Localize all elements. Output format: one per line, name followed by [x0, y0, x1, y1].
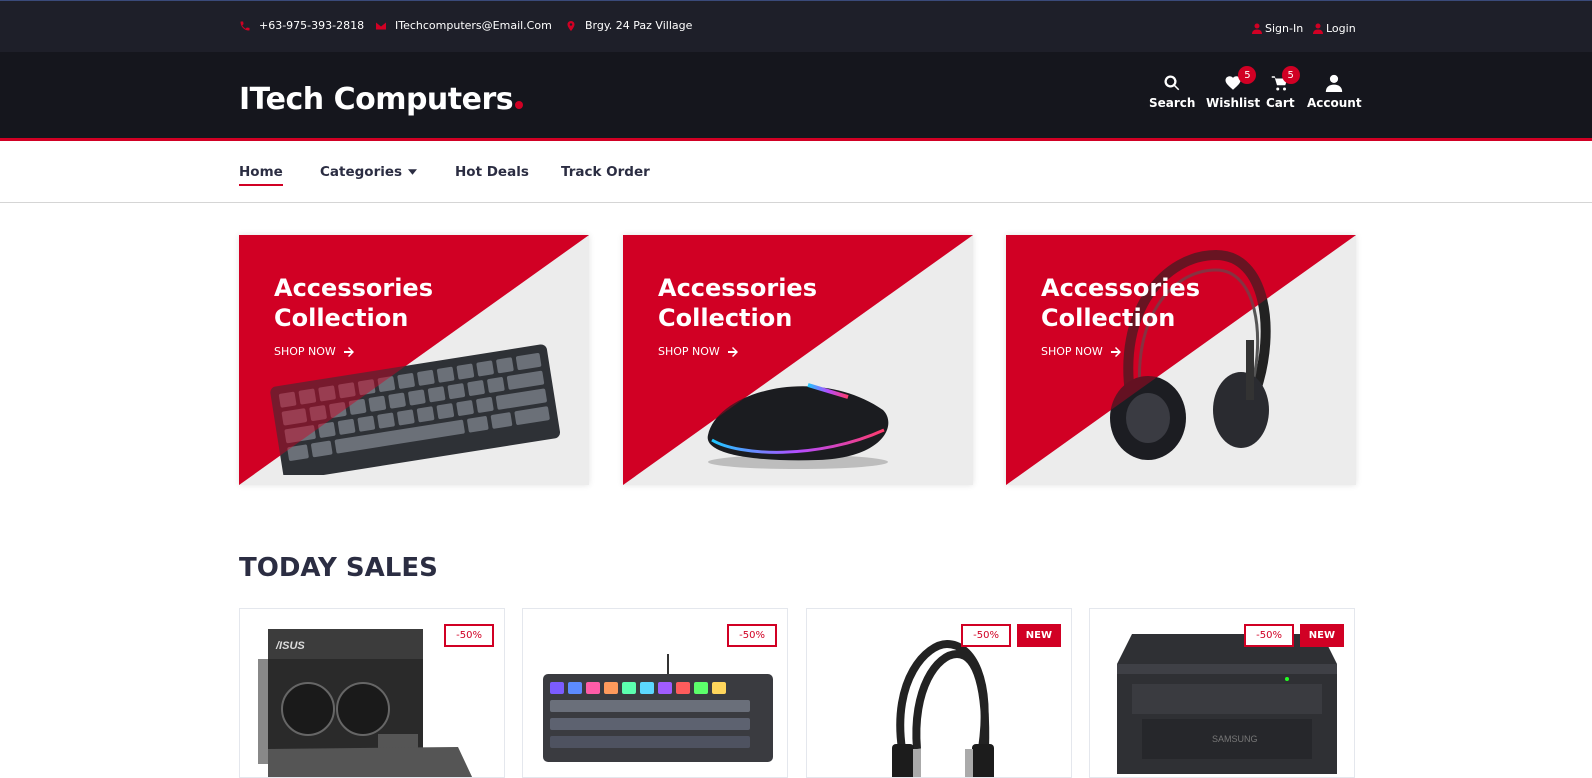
cart-label: Cart: [1266, 96, 1295, 110]
nav-track-order-label: Track Order: [561, 164, 650, 180]
graphics-card-image: /ISUS: [258, 629, 473, 777]
shop-now-label: SHOP NOW: [274, 345, 336, 358]
discount-badge: -50%: [727, 624, 777, 647]
collection-card[interactable]: Accessories Collection SHOP NOW: [239, 235, 589, 485]
account-label: Account: [1307, 96, 1362, 110]
nav-categories[interactable]: Categories: [320, 164, 418, 184]
email-text: ITechcomputers@Email.Com: [395, 19, 552, 32]
arrow-right-icon: [727, 346, 738, 357]
shop-now-link[interactable]: SHOP NOW: [1041, 345, 1121, 358]
logo-dot: [515, 101, 524, 109]
product-card[interactable]: -50% NEW: [806, 608, 1072, 778]
nav-home[interactable]: Home: [239, 164, 283, 186]
product-card[interactable]: SAMSUNG -50% NEW: [1089, 608, 1355, 778]
address-link[interactable]: Brgy. 24 Paz Village: [565, 19, 692, 32]
discount-badge: -50%: [1244, 624, 1294, 647]
user-icon: [1326, 74, 1343, 92]
user-icon: [1252, 23, 1262, 34]
section-title-today-sales: TODAY SALES: [239, 553, 438, 583]
phone-link[interactable]: +63-975-393-2818: [239, 19, 364, 32]
address-text: Brgy. 24 Paz Village: [585, 19, 693, 32]
login-link[interactable]: Login: [1313, 22, 1356, 35]
svg-text:/ISUS: /ISUS: [275, 640, 305, 652]
phone-icon: [240, 21, 250, 30]
site-logo[interactable]: ITech Computers: [239, 82, 524, 117]
logo-text: ITech Computers: [239, 82, 514, 117]
collection-title: Accessories Collection: [274, 274, 433, 332]
headphones-image: [892, 639, 994, 777]
product-card[interactable]: /ISUS -50%: [239, 608, 505, 778]
nav-hot-deals[interactable]: Hot Deals: [455, 164, 529, 184]
top-info-bar: +63-975-393-2818 ITechcomputers@Email.Co…: [0, 0, 1592, 52]
discount-badge: -50%: [444, 624, 494, 647]
search-button[interactable]: Search: [1149, 74, 1195, 110]
search-label: Search: [1149, 96, 1196, 110]
collection-card[interactable]: Accessories Collection SHOP NOW: [623, 235, 973, 485]
cart-count-badge: 5: [1281, 66, 1300, 84]
shop-now-label: SHOP NOW: [658, 345, 720, 358]
nav-hot-deals-label: Hot Deals: [455, 164, 529, 180]
search-icon: [1164, 75, 1180, 91]
discount-badge: -50%: [961, 624, 1011, 647]
shop-now-link[interactable]: SHOP NOW: [274, 345, 354, 358]
shop-now-label: SHOP NOW: [1041, 345, 1103, 358]
svg-text:SAMSUNG: SAMSUNG: [1212, 734, 1258, 744]
shop-now-link[interactable]: SHOP NOW: [658, 345, 738, 358]
email-link[interactable]: ITechcomputers@Email.Com: [375, 19, 552, 32]
account-button[interactable]: Account: [1307, 74, 1362, 110]
main-header: ITech Computers Search Wishlist 5 Cart 5…: [0, 52, 1592, 141]
new-badge: NEW: [1016, 624, 1061, 647]
cart-button[interactable]: Cart 5: [1266, 66, 1300, 110]
map-marker-icon: [567, 20, 575, 31]
arrow-right-icon: [343, 346, 354, 357]
wishlist-count-badge: 5: [1238, 66, 1257, 84]
collection-title: Accessories Collection: [658, 274, 817, 332]
nav-home-label: Home: [239, 164, 283, 180]
sign-in-label: Sign-In: [1265, 22, 1304, 35]
arrow-right-icon: [1110, 346, 1121, 357]
main-navigation: Home Categories Hot Deals Track Order: [0, 144, 1592, 203]
envelope-icon: [376, 22, 386, 29]
collection-title: Accessories Collection: [1041, 274, 1200, 332]
phone-text: +63-975-393-2818: [259, 19, 365, 32]
caret-down-icon: [408, 169, 418, 175]
collection-card[interactable]: Accessories Collection SHOP NOW: [1006, 235, 1356, 485]
product-card[interactable]: -50%: [522, 608, 788, 778]
new-badge: NEW: [1299, 624, 1344, 647]
wishlist-button[interactable]: Wishlist 5: [1206, 66, 1261, 110]
nav-categories-label: Categories: [320, 164, 403, 180]
user-icon: [1313, 23, 1323, 34]
sign-in-link[interactable]: Sign-In: [1252, 22, 1303, 35]
login-label: Login: [1326, 22, 1356, 35]
wishlist-label: Wishlist: [1206, 96, 1261, 110]
nav-track-order[interactable]: Track Order: [561, 164, 650, 184]
keyboard-image: [543, 654, 773, 762]
